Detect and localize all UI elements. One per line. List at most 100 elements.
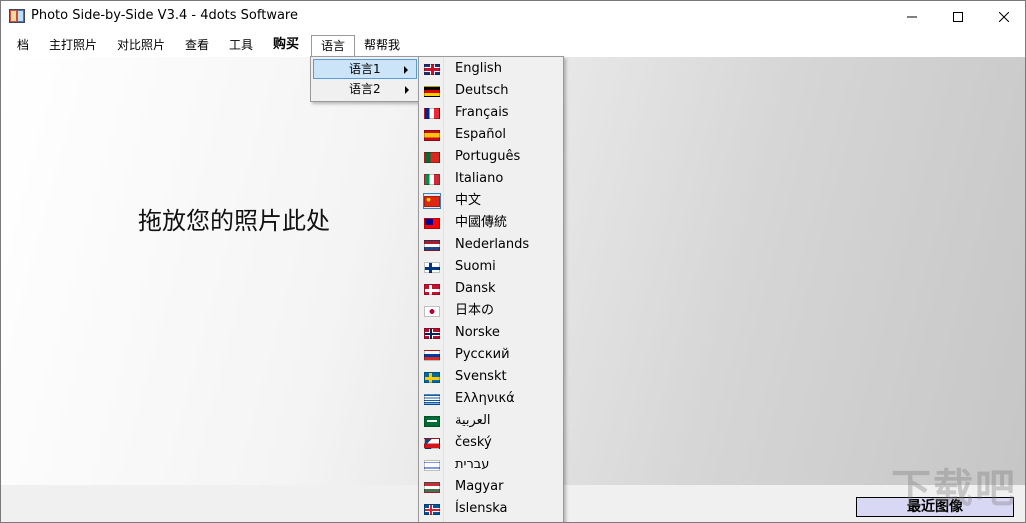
flag-icon-box	[423, 149, 441, 165]
flag-icon-box	[423, 457, 441, 473]
close-button[interactable]	[981, 1, 1025, 32]
language-item-Italiano[interactable]: Italiano	[420, 168, 562, 190]
spain-flag-icon	[424, 129, 440, 141]
language-label: עברית	[455, 457, 490, 472]
hungary-flag-icon	[424, 481, 440, 493]
language-label: Español	[455, 127, 507, 142]
language-label: Русский	[455, 347, 510, 362]
flag-icon-box	[423, 193, 441, 209]
language-item-中文[interactable]: 中文	[420, 190, 562, 212]
france-flag-icon	[424, 107, 440, 119]
menu-compare-photo[interactable]: 对比照片	[110, 35, 172, 56]
menu-view[interactable]: 查看	[178, 35, 216, 56]
language-item-Nederlands[interactable]: Nederlands	[420, 234, 562, 256]
flag-icon-box	[423, 127, 441, 143]
japan-flag-icon	[424, 305, 440, 317]
language-item-Português[interactable]: Português	[420, 146, 562, 168]
netherlands-flag-icon	[424, 239, 440, 251]
watermark: 下载吧	[889, 456, 1025, 522]
language-label: Ελληνικά	[455, 391, 515, 406]
title-bar[interactable]: Photo Side-by-Side V3.4 - 4dots Software	[1, 1, 1025, 32]
flag-icon-box	[423, 435, 441, 451]
language-label: Magyar	[455, 479, 504, 494]
language-item-Русский[interactable]: Русский	[420, 344, 562, 366]
sweden-flag-icon	[424, 371, 440, 383]
flag-icon-box	[423, 303, 441, 319]
flag-icon-box	[423, 83, 441, 99]
menu-file[interactable]: 档	[10, 35, 36, 56]
maximize-button[interactable]	[935, 1, 981, 32]
language-item-Norske[interactable]: Norske	[420, 322, 562, 344]
minimize-button[interactable]	[889, 1, 935, 32]
menu-bar: 档 主打照片 对比照片 查看 工具 购买 语言 帮帮我	[1, 33, 1025, 57]
language-item-Íslenska[interactable]: Íslenska	[420, 498, 562, 520]
russia-flag-icon	[424, 349, 440, 361]
flag-icon-box	[423, 215, 441, 231]
language-label: Italiano	[455, 171, 504, 186]
submenu-item-language1[interactable]: 语言1	[313, 59, 417, 79]
app-icon	[9, 9, 25, 23]
language-item-Dansk[interactable]: Dansk	[420, 278, 562, 300]
denmark-flag-icon	[424, 283, 440, 295]
flag-icon-box	[423, 413, 441, 429]
flag-icon-box	[423, 259, 441, 275]
language-item-český[interactable]: český	[420, 432, 562, 454]
saudi-flag-icon	[424, 415, 440, 427]
language-label: العربية	[455, 413, 491, 428]
language-item-日本の[interactable]: 日本の	[420, 300, 562, 322]
language-label: 日本の	[455, 303, 495, 318]
language-label: English	[455, 61, 502, 76]
language-item-中國傳統[interactable]: 中國傳統	[420, 212, 562, 234]
czech-flag-icon	[424, 437, 440, 449]
language-item-Français[interactable]: Français	[420, 102, 562, 124]
language-label: Português	[455, 149, 521, 164]
minimize-icon	[907, 16, 917, 17]
language-item-Svenskt[interactable]: Svenskt	[420, 366, 562, 388]
language-item-English[interactable]: English	[420, 58, 562, 80]
submenu-item-label: 语言2	[349, 82, 381, 96]
submenu-arrow-icon	[405, 86, 409, 94]
flag-icon-box	[423, 369, 441, 385]
flag-icon-box	[423, 479, 441, 495]
menu-language[interactable]: 语言	[311, 35, 355, 56]
finland-flag-icon	[424, 261, 440, 273]
maximize-icon	[953, 11, 963, 22]
language-label: 中文	[455, 193, 482, 208]
language-item-Deutsch[interactable]: Deutsch	[420, 80, 562, 102]
menu-buy[interactable]: 购买	[266, 35, 306, 56]
norway-flag-icon	[424, 327, 440, 339]
israel-flag-icon	[424, 459, 440, 471]
drop-hint: 拖放您的照片此处	[138, 207, 330, 235]
flag-icon-box	[423, 325, 441, 341]
language-label: 中國傳統	[455, 215, 508, 230]
language-submenu: 语言1 语言2	[310, 56, 419, 102]
taiwan-flag-icon	[424, 217, 440, 229]
language-item-Suomi[interactable]: Suomi	[420, 256, 562, 278]
flag-icon-box	[423, 281, 441, 297]
submenu-item-label: 语言1	[349, 62, 381, 76]
language-list-menu: English Deutsch Français Español Português It…	[418, 56, 564, 522]
menu-tools[interactable]: 工具	[222, 35, 260, 56]
uk-flag-icon	[424, 63, 440, 75]
language-label: Íslenska	[455, 501, 508, 516]
language-item-עברית[interactable]: עברית	[420, 454, 562, 476]
window-title: Photo Side-by-Side V3.4 - 4dots Software	[31, 8, 298, 23]
language-item-Español[interactable]: Español	[420, 124, 562, 146]
language-item-العربية[interactable]: العربية	[420, 410, 562, 432]
flag-icon-box	[423, 237, 441, 253]
flag-icon-box	[423, 61, 441, 77]
menu-help[interactable]: 帮帮我	[357, 35, 407, 56]
flag-icon-box	[423, 347, 441, 363]
language-item-Ελληνικά[interactable]: Ελληνικά	[420, 388, 562, 410]
close-icon	[999, 11, 1009, 22]
language-label: Norske	[455, 325, 500, 340]
portugal-flag-icon	[424, 151, 440, 163]
greece-flag-icon	[424, 393, 440, 405]
language-item-Magyar[interactable]: Magyar	[420, 476, 562, 498]
menu-main-photo[interactable]: 主打照片	[42, 35, 104, 56]
language-label: Suomi	[455, 259, 496, 274]
language-label: Svenskt	[455, 369, 507, 384]
submenu-item-language2[interactable]: 语言2	[313, 80, 417, 100]
iceland-flag-icon	[424, 503, 440, 515]
flag-icon-box	[423, 171, 441, 187]
